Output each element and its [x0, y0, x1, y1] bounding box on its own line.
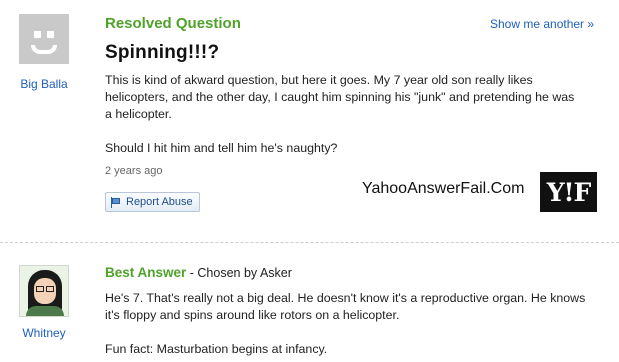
report-abuse-label: Report Abuse — [126, 196, 193, 208]
answerer-avatar-icon[interactable] — [19, 265, 69, 317]
question-body: This is kind of akward question, but her… — [105, 72, 575, 174]
watermark-text: YahooAnswerFail.Com — [362, 180, 525, 197]
question-timestamp: 2 years ago — [105, 165, 163, 177]
report-abuse-button[interactable]: Report Abuse — [105, 192, 200, 212]
show-another-link[interactable]: Show me another » — [490, 17, 594, 31]
avatar-eye — [47, 31, 54, 38]
answer-paragraph: He's 7. That's really not a big deal. He… — [105, 291, 586, 322]
question-title: Spinning!!!? — [105, 42, 220, 63]
avatar-mouth — [31, 45, 57, 54]
avatar-eye — [34, 31, 41, 38]
answer-paragraph: Fun fact: Masturbation begins at infancy… — [105, 342, 328, 356]
yaf-logo: Y!F — [540, 172, 597, 212]
best-answer-label: Best Answer — [105, 265, 187, 280]
question-paragraph: Should I hit him and tell him he's naugh… — [105, 141, 338, 155]
asker-username[interactable]: Big Balla — [14, 77, 74, 91]
resolved-question-heading: Resolved Question — [105, 15, 241, 32]
answerer-username[interactable]: Whitney — [14, 326, 74, 340]
question-paragraph: This is kind of akward question, but her… — [105, 73, 575, 121]
section-divider — [0, 242, 619, 243]
best-answer-heading: Best Answer - Chosen by Asker — [105, 265, 292, 280]
answer-body: He's 7. That's really not a big deal. He… — [105, 290, 595, 362]
flag-icon — [110, 196, 121, 208]
asker-avatar-icon[interactable] — [19, 14, 69, 64]
chosen-by-label: - Chosen by Asker — [189, 266, 292, 280]
